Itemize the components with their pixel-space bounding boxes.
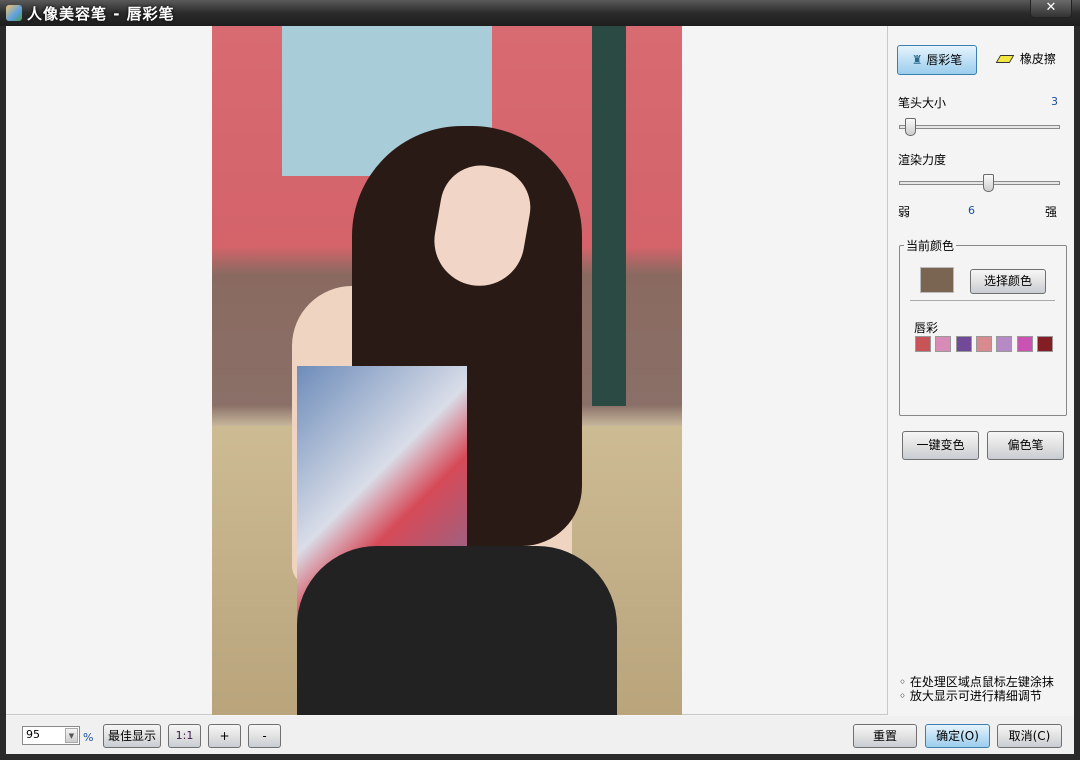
intensity-label: 渲染力度 xyxy=(898,153,947,167)
percent-label: % xyxy=(83,731,94,744)
eraser-icon xyxy=(995,55,1015,63)
intensity-value: 6 xyxy=(968,204,975,217)
zoom-in-button[interactable]: + xyxy=(208,724,241,748)
choose-color-button[interactable]: 选择颜色 xyxy=(970,269,1046,294)
palette-label: 唇彩 xyxy=(914,321,939,335)
actual-size-button[interactable]: 1:1 xyxy=(168,724,201,748)
close-button[interactable]: ✕ xyxy=(1030,0,1072,18)
cancel-button[interactable]: 取消(C) xyxy=(997,724,1062,748)
photo-pole xyxy=(592,26,626,406)
brush-size-slider-thumb[interactable] xyxy=(905,118,916,136)
palette-swatch[interactable] xyxy=(955,336,972,352)
palette-swatch[interactable] xyxy=(996,336,1013,352)
best-fit-button[interactable]: 最佳显示 xyxy=(103,724,161,748)
tip-2: ◦ 放大显示可进行精细调节 xyxy=(899,689,1042,703)
ok-button[interactable]: 确定(O) xyxy=(925,724,990,748)
intensity-slider[interactable] xyxy=(899,181,1060,185)
palette-swatch[interactable] xyxy=(935,336,952,352)
bottom-toolbar: 95 ▼ % 最佳显示 1:1 + - 重置 确定(O) 取消(C) xyxy=(6,716,1074,754)
one-key-recolor-button[interactable]: 一键变色 xyxy=(902,431,979,460)
zoom-out-button[interactable]: - xyxy=(248,724,281,748)
current-color-title: 当前颜色 xyxy=(904,237,957,254)
title-bar: 人像美容笔 - 唇彩笔 ✕ xyxy=(0,0,1080,26)
window-title: 人像美容笔 - 唇彩笔 xyxy=(27,5,175,23)
intensity-max-label: 强 xyxy=(1045,205,1058,219)
lip-pen-icon: ♜ xyxy=(911,53,923,67)
intensity-min-label: 弱 xyxy=(898,205,911,219)
current-color-swatch xyxy=(920,267,954,293)
photo-legs xyxy=(297,546,617,715)
palette-swatch[interactable] xyxy=(1036,336,1053,352)
tool-panel: ♜ 唇彩笔 橡皮擦 笔头大小 3 渲染力度 弱 6 强 当前颜色 选择颜色 唇彩… xyxy=(889,26,1074,715)
palette-swatch[interactable] xyxy=(915,336,931,352)
intensity-slider-thumb[interactable] xyxy=(983,174,994,192)
chevron-down-icon[interactable]: ▼ xyxy=(65,728,78,743)
current-color-group: 当前颜色 选择颜色 唇彩 xyxy=(899,237,1067,416)
reset-button[interactable]: 重置 xyxy=(853,724,917,748)
image-canvas[interactable] xyxy=(6,26,888,715)
brush-size-value: 3 xyxy=(1051,95,1058,108)
zoom-level-combobox[interactable]: 95 ▼ xyxy=(22,726,80,745)
palette-swatch[interactable] xyxy=(975,336,992,352)
app-icon xyxy=(6,5,22,21)
lip-pen-tool-button[interactable]: ♜ 唇彩笔 xyxy=(897,45,977,75)
dialog-client: ♜ 唇彩笔 橡皮擦 笔头大小 3 渲染力度 弱 6 强 当前颜色 选择颜色 唇彩… xyxy=(6,26,1074,754)
brush-size-slider[interactable] xyxy=(899,125,1060,129)
tint-pen-button[interactable]: 偏色笔 xyxy=(987,431,1064,460)
palette-swatch[interactable] xyxy=(1016,336,1033,352)
brush-size-label: 笔头大小 xyxy=(898,96,947,110)
divider xyxy=(910,300,1055,301)
portrait-photo[interactable] xyxy=(212,26,682,715)
eraser-tool-button[interactable]: 橡皮擦 xyxy=(987,45,1067,75)
